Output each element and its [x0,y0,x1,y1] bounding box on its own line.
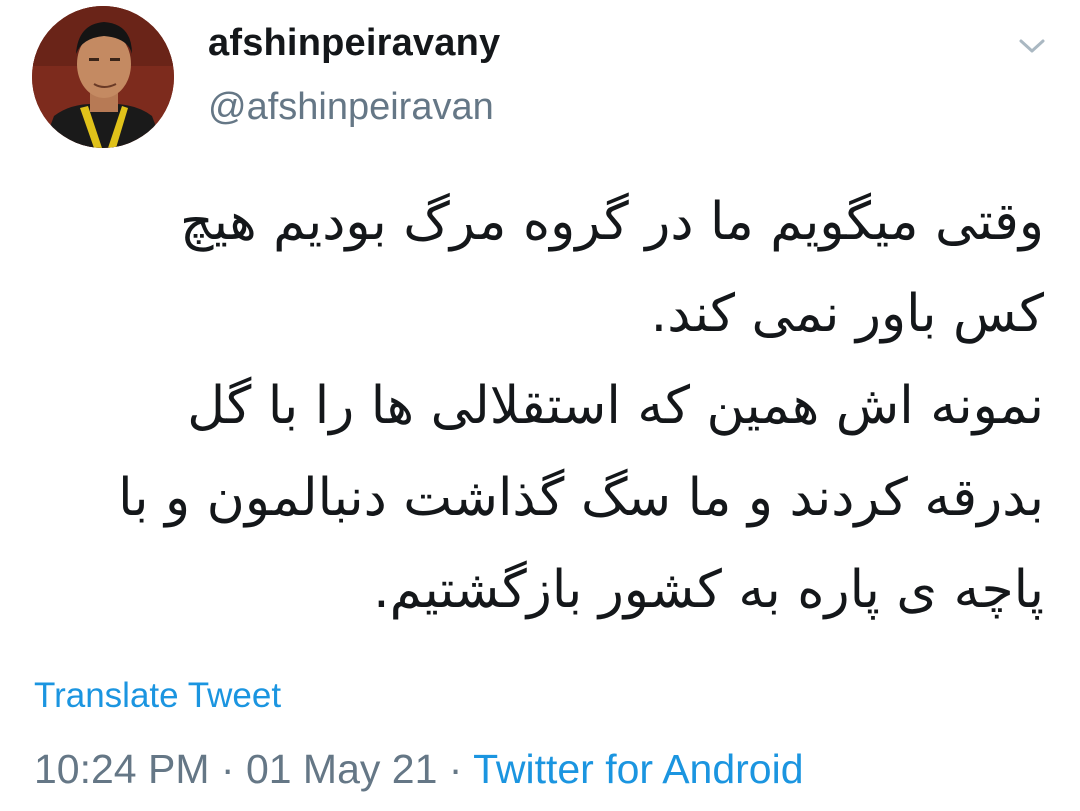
tweet-line: بدرقه کردند و ما سگ گذاشت دنبالمون و با [118,468,1044,528]
translate-tweet-link[interactable]: Translate Tweet [34,676,281,716]
tweet-line: پاچه ی پاره به کشور بازگشتیم. [373,560,1044,620]
meta-separator: · [209,746,246,792]
tweet-metadata: 10:24 PM · 01 May 21 · Twitter for Andro… [34,746,804,793]
tweet-line: کس باور نمی کند. [650,284,1044,344]
tweet-line: نمونه اش همین که استقلالی ها را با گل [187,376,1044,436]
avatar[interactable] [32,6,174,148]
tweet-source-link[interactable]: Twitter for Android [473,746,803,792]
user-handle[interactable]: @afshinpeiravan [208,86,494,129]
chevron-down-icon[interactable] [1016,30,1048,62]
display-name[interactable]: afshinpeiravany [208,22,500,65]
tweet-text: وقتی میگویم ما در گروه مرگ بودیم هیچ کس … [34,176,1044,636]
tweet-line: وقتی میگویم ما در گروه مرگ بودیم هیچ [179,192,1044,252]
tweet-date[interactable]: 01 May 21 [246,746,437,792]
profile-photo [32,6,174,148]
meta-separator: · [437,746,474,792]
tweet-time[interactable]: 10:24 PM [34,746,210,792]
